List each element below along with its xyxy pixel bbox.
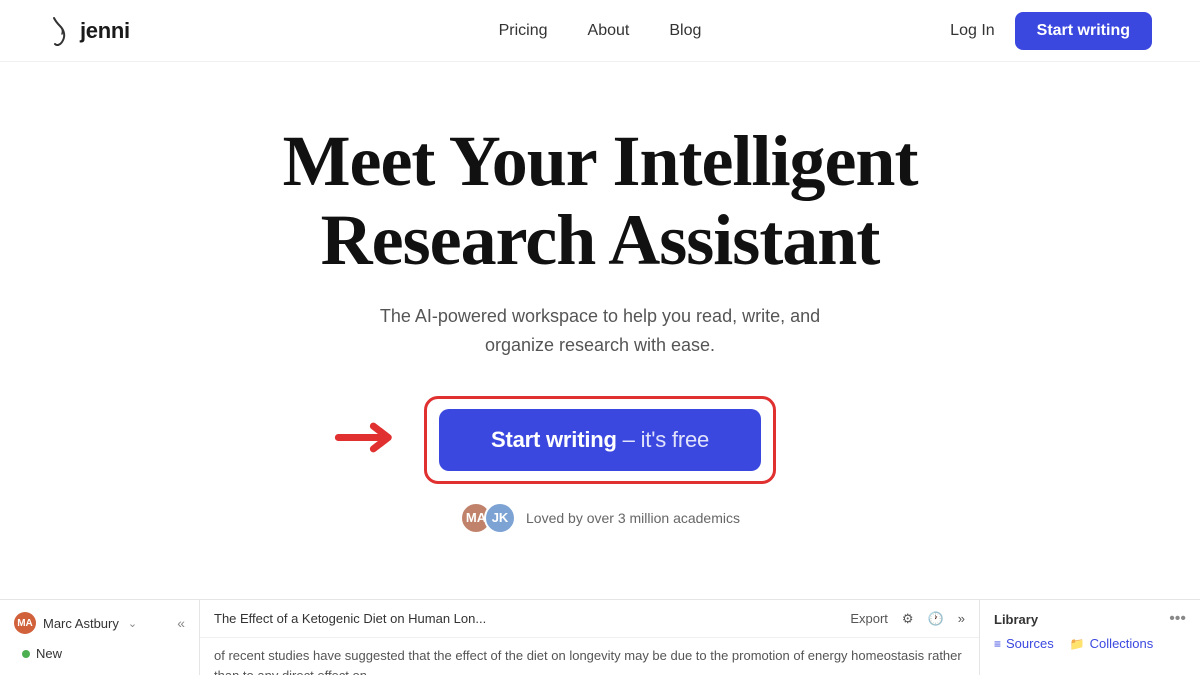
nav-blog[interactable]: Blog <box>669 22 701 40</box>
arrow-container <box>334 412 404 467</box>
library-tabs: ≡ Sources 📁 Collections <box>994 636 1186 651</box>
cta-main-text: Start writing <box>491 427 617 452</box>
preview-doc-content: of recent studies have suggested that th… <box>200 638 979 675</box>
preview-library: Library ••• ≡ Sources 📁 Collections <box>980 600 1200 675</box>
nav-about[interactable]: About <box>588 22 630 40</box>
collections-tab-icon: 📁 <box>1070 637 1085 651</box>
collapse-icon[interactable]: « <box>177 615 185 631</box>
sources-tab-icon: ≡ <box>994 637 1001 651</box>
sources-tab[interactable]: ≡ Sources <box>994 636 1054 651</box>
preview-doc-text: of recent studies have suggested that th… <box>214 646 965 675</box>
settings-icon[interactable]: ⚙ <box>902 611 914 627</box>
hero-title: Meet Your Intelligent Research Assistant <box>283 122 918 280</box>
expand-icon[interactable]: » <box>958 611 965 626</box>
preview-user-name: Marc Astbury <box>43 616 119 631</box>
hero-section: Meet Your Intelligent Research Assistant… <box>0 62 1200 534</box>
logo[interactable]: jenni <box>48 16 130 46</box>
preview-toolbar: The Effect of a Ketogenic Diet on Human … <box>200 600 979 638</box>
cta-highlight-box: Start writing – it's free <box>424 396 776 484</box>
cta-area: Start writing – it's free <box>424 396 776 484</box>
new-doc-item[interactable]: New <box>14 644 185 663</box>
avatar-2: JK <box>484 502 516 534</box>
toolbar-actions: Export ⚙ 🕐 » <box>850 611 965 627</box>
preview-user-avatar: MA <box>14 612 36 634</box>
preview-editor: The Effect of a Ketogenic Diet on Human … <box>200 600 980 675</box>
logo-icon <box>48 16 72 46</box>
nav-right: Log In Start writing <box>950 12 1152 50</box>
start-writing-main-button[interactable]: Start writing – it's free <box>439 409 761 471</box>
user-chevron-icon: ⌄ <box>128 617 137 630</box>
arrow-icon <box>334 412 404 462</box>
export-button[interactable]: Export <box>850 611 888 626</box>
cta-free-text: – it's free <box>623 427 709 452</box>
library-header: Library ••• <box>994 610 1186 628</box>
start-writing-nav-button[interactable]: Start writing <box>1015 12 1152 50</box>
preview-sidebar: MA Marc Astbury ⌄ « New <box>0 600 200 675</box>
user-avatars: MA JK <box>460 502 516 534</box>
loved-area: MA JK Loved by over 3 million academics <box>460 502 740 534</box>
sources-tab-label: Sources <box>1006 636 1054 651</box>
more-options-icon[interactable]: ••• <box>1169 610 1186 628</box>
library-label: Library <box>994 612 1038 627</box>
loved-text: Loved by over 3 million academics <box>526 510 740 526</box>
navbar: jenni Pricing About Blog Log In Start wr… <box>0 0 1200 62</box>
collections-tab[interactable]: 📁 Collections <box>1070 636 1154 651</box>
brand-name: jenni <box>80 18 130 44</box>
hero-subtitle: The AI-powered workspace to help you rea… <box>360 302 840 360</box>
new-doc-label: New <box>36 646 62 661</box>
collections-tab-label: Collections <box>1090 636 1154 651</box>
new-dot-icon <box>22 650 30 658</box>
login-button[interactable]: Log In <box>950 22 994 40</box>
preview-user-row: MA Marc Astbury ⌄ « <box>14 612 185 634</box>
nav-pricing[interactable]: Pricing <box>499 22 548 40</box>
clock-icon[interactable]: 🕐 <box>928 611 944 627</box>
bottom-preview: MA Marc Astbury ⌄ « New The Effect of a … <box>0 599 1200 675</box>
doc-title: The Effect of a Ketogenic Diet on Human … <box>214 611 486 626</box>
nav-links: Pricing About Blog <box>499 22 702 40</box>
